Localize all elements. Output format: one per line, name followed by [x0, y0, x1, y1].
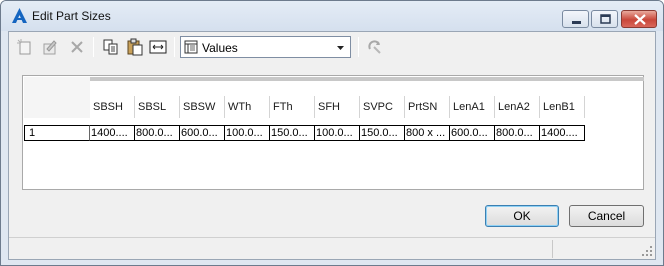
- grid-corner: [24, 77, 90, 118]
- delete-icon[interactable]: [68, 38, 86, 56]
- window-title: Edit Part Sizes: [32, 9, 111, 23]
- view-mode-select[interactable]: Values: [180, 36, 351, 58]
- table-cell[interactable]: 600.0...: [180, 125, 225, 141]
- resize-grip-icon[interactable]: [641, 245, 653, 257]
- table-cell[interactable]: 100.0...: [225, 125, 270, 141]
- table-cell[interactable]: 800.0...: [495, 125, 540, 141]
- table-cell[interactable]: 1400....: [540, 125, 585, 141]
- dialog-body: Values SBSH SBSL SBSW WTh FTh SFH SVPC P…: [8, 31, 656, 260]
- column-header[interactable]: PrtSN: [405, 96, 450, 118]
- table-cell[interactable]: 100.0...: [315, 125, 360, 141]
- column-header[interactable]: SBSH: [90, 96, 135, 118]
- paste-icon[interactable]: [126, 38, 144, 56]
- table-cell[interactable]: 150.0...: [360, 125, 405, 141]
- copy-icon[interactable]: [102, 38, 120, 56]
- column-header[interactable]: SVPC: [360, 96, 405, 118]
- toolbar-separator: [358, 37, 359, 57]
- status-separator: [552, 240, 553, 258]
- title-bar[interactable]: Edit Part Sizes: [1, 1, 663, 31]
- maximize-icon: [600, 14, 611, 24]
- table-values-icon: [184, 40, 198, 54]
- table-cell[interactable]: 800.0...: [135, 125, 180, 141]
- table-cell[interactable]: 600.0...: [450, 125, 495, 141]
- edit-row-icon[interactable]: [41, 38, 59, 56]
- column-header[interactable]: WTh: [225, 96, 270, 118]
- new-row-icon[interactable]: [16, 38, 34, 56]
- maximize-button[interactable]: [591, 10, 618, 28]
- toolbar-separator: [174, 37, 175, 57]
- cancel-button[interactable]: Cancel: [569, 205, 644, 227]
- column-header[interactable]: SFH: [315, 96, 360, 118]
- status-bar: [9, 237, 655, 259]
- column-header[interactable]: SBSL: [135, 96, 180, 118]
- minimize-icon: [572, 21, 581, 24]
- chevron-down-icon[interactable]: [333, 39, 348, 55]
- close-icon: [634, 14, 646, 25]
- part-sizes-grid[interactable]: SBSH SBSL SBSW WTh FTh SFH SVPC PrtSN Le…: [22, 75, 644, 190]
- edit-part-sizes-dialog: Edit Part Sizes Values SBSH SBSL SBSW WT…: [0, 0, 664, 266]
- view-mode-value: Values: [202, 41, 238, 55]
- row-number[interactable]: 1: [24, 125, 90, 141]
- column-header[interactable]: LenA2: [495, 96, 540, 118]
- table-cell[interactable]: 150.0...: [270, 125, 315, 141]
- column-header[interactable]: SBSW: [180, 96, 225, 118]
- close-button[interactable]: [621, 10, 657, 28]
- ok-button[interactable]: OK: [485, 205, 559, 227]
- autocad-app-icon: [12, 8, 27, 23]
- minimize-button[interactable]: [562, 10, 589, 28]
- grid-group-bar: [90, 77, 644, 81]
- table-cell[interactable]: 800 x ...: [405, 125, 450, 141]
- column-header[interactable]: LenB1: [540, 96, 585, 118]
- toolbar-separator: [93, 37, 94, 57]
- refresh-icon[interactable]: [366, 38, 384, 56]
- table-cell[interactable]: 1400....: [90, 125, 135, 141]
- toolbar: Values: [9, 32, 655, 62]
- column-header[interactable]: LenA1: [450, 96, 495, 118]
- column-header[interactable]: FTh: [270, 96, 315, 118]
- fit-columns-icon[interactable]: [149, 38, 167, 56]
